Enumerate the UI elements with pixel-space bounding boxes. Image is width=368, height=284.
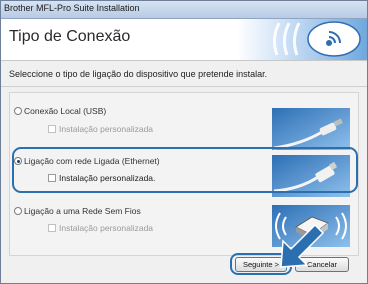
cancel-button[interactable]: Cancelar	[295, 257, 349, 272]
usb-cable-icon	[272, 108, 350, 150]
instruction-text: Seleccione o tipo de ligação do disposit…	[9, 69, 268, 79]
option-wireless-label: Ligação a uma Rede Sem Fios	[24, 206, 141, 216]
wireless-custom-label: Instalação personalizada	[59, 223, 154, 233]
usb-custom-checkbox	[48, 125, 56, 133]
option-wireless[interactable]: Ligação a uma Rede Sem Fios	[14, 206, 141, 216]
usb-custom-label: Instalação personalizada	[59, 124, 154, 134]
option-usb[interactable]: Conexão Local (USB)	[14, 106, 106, 116]
wireless-printer-icon	[272, 205, 350, 247]
brother-wireless-logo-icon	[237, 19, 367, 60]
wireless-custom-checkbox	[48, 224, 56, 232]
title-bar: Brother MFL-Pro Suite Installation	[1, 1, 367, 19]
next-button[interactable]: Seguinte >	[235, 257, 287, 272]
wireless-custom-install: Instalação personalizada	[48, 223, 153, 233]
ethernet-selection-highlight	[12, 147, 358, 193]
option-usb-label: Conexão Local (USB)	[24, 106, 107, 116]
radio-usb[interactable]	[14, 107, 22, 115]
divider	[1, 86, 367, 87]
window-title: Brother MFL-Pro Suite Installation	[4, 3, 140, 13]
header-banner: Tipo de Conexão	[1, 19, 367, 61]
page-title: Tipo de Conexão	[9, 28, 131, 45]
usb-custom-install: Instalação personalizada	[48, 124, 153, 134]
installer-window: Brother MFL-Pro Suite Installation Tipo …	[0, 0, 368, 284]
radio-wireless[interactable]	[14, 207, 22, 215]
